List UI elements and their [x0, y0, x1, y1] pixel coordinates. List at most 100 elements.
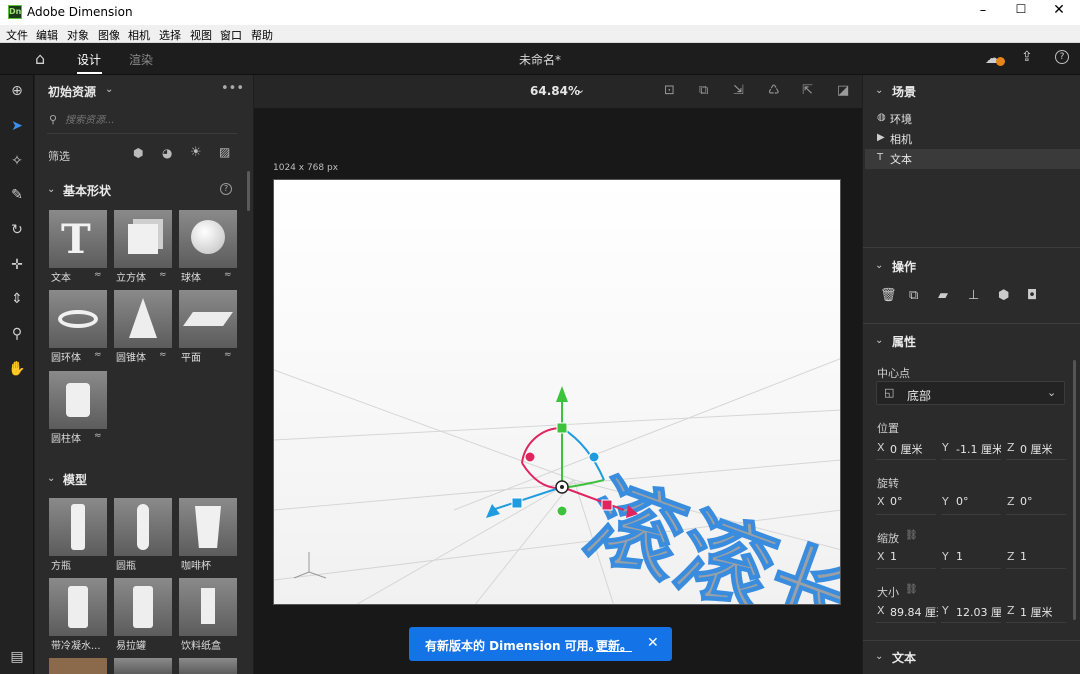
group-icon[interactable]: ▰ [938, 288, 948, 303]
panel-scrollbar[interactable] [1073, 360, 1076, 620]
filter-models-icon[interactable]: ⬢ [133, 146, 143, 160]
menu-select[interactable]: 选择 [159, 27, 181, 43]
size-y-field[interactable]: 12.03 厘米 [956, 604, 1001, 620]
shape-torus-thumb[interactable] [49, 290, 107, 348]
magic-wand-tool-icon[interactable]: ✧ [0, 153, 34, 169]
scene-title[interactable]: 场景 [892, 83, 916, 100]
model-carton-thumb[interactable] [179, 578, 237, 636]
position-y-field[interactable]: -1.1 厘米 [956, 441, 1001, 457]
select-tool-icon[interactable]: ➤ [0, 118, 34, 134]
menu-image[interactable]: 图像 [98, 27, 120, 43]
orbit-tool-icon[interactable]: ↻ [0, 222, 34, 238]
link-icon[interactable]: ⛓ [905, 584, 918, 595]
more-options-icon[interactable]: ••• [221, 81, 244, 96]
sample-tool-icon[interactable]: ✎ [0, 187, 34, 203]
chevron-down-icon[interactable]: ⌄ [47, 473, 55, 484]
dolly-tool-icon[interactable]: ⇕ [0, 291, 34, 307]
model-coffee-cup-thumb[interactable] [179, 498, 237, 556]
scale-z-field[interactable]: 1 [1020, 550, 1027, 563]
pan-tool-icon[interactable]: ✛ [0, 257, 34, 273]
add-content-icon[interactable]: ⊕ [0, 83, 34, 99]
menu-edit[interactable]: 编辑 [36, 27, 58, 43]
adjust-icon[interactable]: ≈ [94, 431, 102, 441]
chevron-down-icon[interactable]: ⌄ [47, 184, 55, 195]
size-x-field[interactable]: 89.84 厘米 [890, 604, 938, 620]
maximize-button[interactable]: ☐ [1010, 2, 1032, 20]
convert-icon[interactable]: ◘ [1027, 288, 1037, 303]
tab-render[interactable]: 渲染 [129, 51, 153, 68]
text-section-title[interactable]: 文本 [892, 649, 916, 666]
library-title[interactable]: 初始资源 [48, 83, 96, 100]
delete-icon[interactable]: 🗑 [880, 288, 897, 303]
duplicate-icon[interactable]: ⧉ [909, 288, 918, 303]
zoom-tool-icon[interactable]: ⚲ [0, 326, 34, 342]
zoom-level[interactable]: 64.84% [530, 84, 580, 98]
size-z-field[interactable]: 1 厘米 [1020, 604, 1068, 620]
shape-sphere-thumb[interactable] [179, 210, 237, 268]
actions-title[interactable]: 操作 [892, 258, 916, 275]
model-can-thumb[interactable] [114, 578, 172, 636]
chevron-down-icon[interactable]: ⌄ [105, 84, 113, 95]
render-preview-icon[interactable]: ◪ [837, 83, 849, 98]
shape-plane-thumb[interactable] [179, 290, 237, 348]
panels-icon[interactable]: ▤ [0, 649, 34, 665]
close-icon[interactable]: ✕ [647, 635, 659, 651]
models-title[interactable]: 模型 [63, 471, 87, 488]
scale-y-field[interactable]: 1 [956, 550, 963, 563]
search-input[interactable] [65, 111, 235, 129]
menu-object[interactable]: 对象 [67, 27, 89, 43]
share-icon[interactable]: ⇪ [1021, 49, 1033, 65]
menu-window[interactable]: 窗口 [220, 27, 242, 43]
rotation-z-field[interactable]: 0° [1020, 495, 1033, 508]
adjust-icon[interactable]: ≈ [159, 270, 167, 280]
rotation-y-field[interactable]: 0° [956, 495, 969, 508]
chevron-down-icon[interactable]: ⌄ [875, 85, 883, 96]
model-thumb[interactable] [49, 658, 107, 674]
menu-help[interactable]: 帮助 [251, 27, 273, 43]
chevron-down-icon[interactable]: ⌄ [875, 260, 883, 271]
adjust-icon[interactable]: ≈ [224, 350, 232, 360]
tab-design[interactable]: 设计 [77, 51, 101, 68]
link-icon[interactable]: ⛓ [905, 530, 918, 541]
model-bottle-thumb[interactable] [49, 498, 107, 556]
adjust-icon[interactable]: ≈ [159, 350, 167, 360]
align-icon[interactable]: ♺ [768, 83, 780, 98]
position-x-field[interactable]: 0 厘米 [890, 441, 928, 457]
filter-images-icon[interactable]: ▨ [219, 145, 230, 159]
snap-icon[interactable]: ⇱ [802, 83, 813, 98]
drop-to-ground-icon[interactable]: ⇲ [733, 83, 744, 98]
adjust-icon[interactable]: ≈ [224, 270, 232, 280]
panel-scrollbar[interactable] [247, 171, 250, 211]
menu-view[interactable]: 视图 [190, 27, 212, 43]
minimize-button[interactable]: – [968, 3, 998, 21]
camera-view-icon[interactable]: ⧉ [699, 83, 708, 98]
scene-item-environment[interactable]: 环境 [890, 111, 912, 127]
rotation-x-field[interactable]: 0° [890, 495, 903, 508]
menu-camera[interactable]: 相机 [128, 27, 150, 43]
pivot-select[interactable]: ◱ 底部 ⌄ [876, 381, 1065, 405]
help-icon[interactable]: ? [220, 183, 232, 195]
basic-shapes-title[interactable]: 基本形状 [63, 182, 111, 199]
filter-materials-icon[interactable]: ◕ [162, 146, 172, 160]
canvas[interactable]: 滚滚长 [273, 179, 841, 605]
scene-item-camera[interactable]: 相机 [890, 131, 912, 147]
model-thumb[interactable] [114, 658, 172, 674]
shape-text-thumb[interactable]: T [49, 210, 107, 268]
position-z-field[interactable]: 0 厘米 [1020, 441, 1068, 457]
shape-cone-thumb[interactable] [114, 290, 172, 348]
center-icon[interactable]: ⬢ [998, 288, 1009, 303]
chevron-down-icon[interactable]: ⌄ [576, 83, 585, 96]
properties-title[interactable]: 属性 [892, 333, 916, 350]
hand-tool-icon[interactable]: ✋ [0, 361, 34, 377]
filter-lights-icon[interactable]: ☀ [190, 145, 202, 160]
adjust-icon[interactable]: ≈ [94, 350, 102, 360]
menu-file[interactable]: 文件 [6, 27, 28, 43]
close-window-button[interactable]: ✕ [1048, 2, 1070, 20]
model-round-bottle-thumb[interactable] [114, 498, 172, 556]
drop-icon[interactable]: ⊥ [968, 288, 979, 303]
chevron-down-icon[interactable]: ⌄ [875, 335, 883, 346]
chevron-down-icon[interactable]: ⌄ [875, 651, 883, 662]
scene-item-text[interactable]: 文本 [890, 151, 912, 167]
scale-x-field[interactable]: 1 [890, 550, 897, 563]
help-icon[interactable]: ? [1055, 50, 1069, 64]
